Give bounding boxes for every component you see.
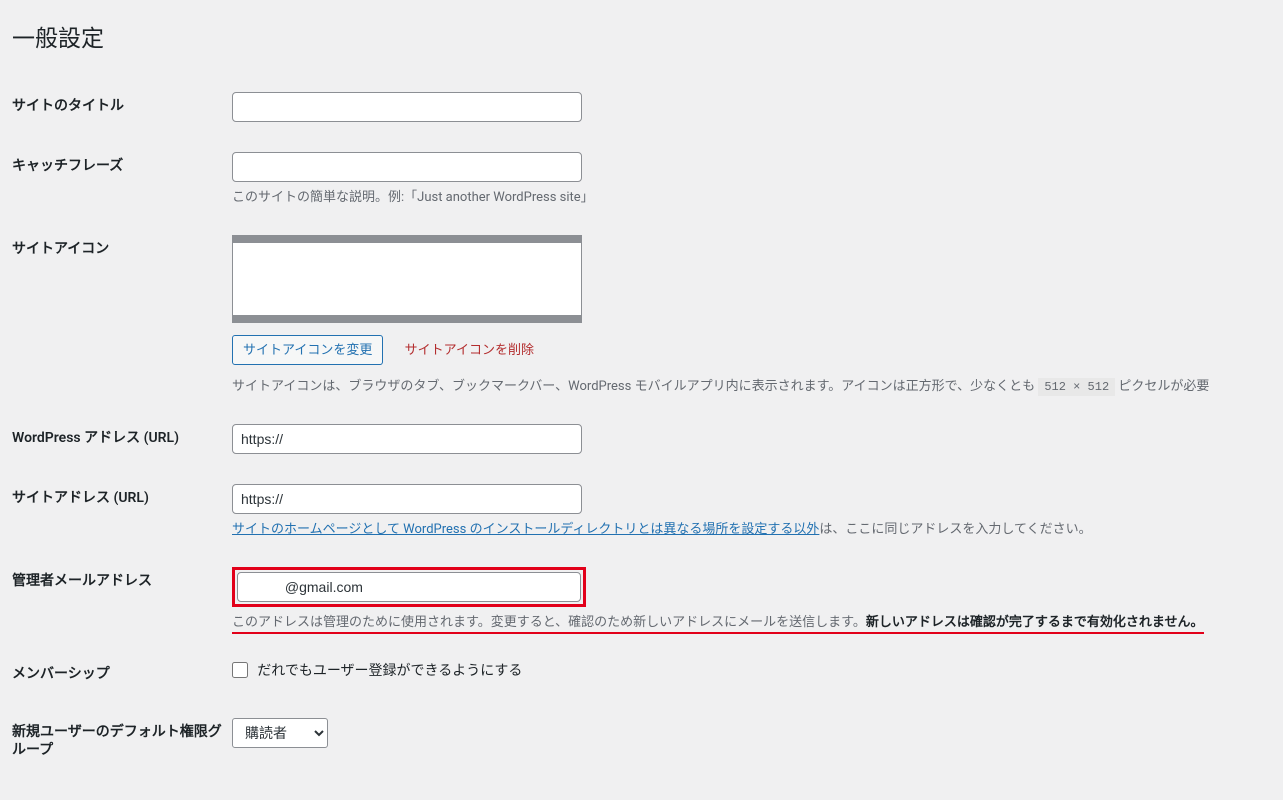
- tagline-label: キャッチフレーズ: [12, 137, 232, 220]
- tagline-description: このサイトの簡単な説明。例:「Just another WordPress si…: [232, 186, 1253, 205]
- site-icon-preview: [232, 235, 582, 323]
- icon-size-code: 512 × 512: [1038, 378, 1115, 396]
- membership-label: メンバーシップ: [12, 645, 232, 703]
- admin-email-note: このアドレスは管理のために使用されます。変更すると、確認のため新しいアドレスにメ…: [232, 611, 1253, 630]
- site-url-input[interactable]: [232, 484, 582, 514]
- site-title-label: サイトのタイトル: [12, 77, 232, 137]
- site-title-input[interactable]: [232, 92, 582, 122]
- remove-site-icon-button[interactable]: サイトアイコンを削除: [395, 335, 544, 365]
- wp-url-input[interactable]: [232, 424, 582, 454]
- admin-email-input[interactable]: [237, 572, 581, 602]
- site-icon-description: サイトアイコンは、ブラウザのタブ、ブックマークバー、WordPress モバイル…: [232, 375, 1253, 394]
- page-title: 一般設定: [12, 10, 1263, 57]
- wp-url-label: WordPress アドレス (URL): [12, 409, 232, 469]
- site-icon-label: サイトアイコン: [12, 220, 232, 409]
- site-url-help-link[interactable]: サイトのホームページとして WordPress のインストールディレクトリとは異…: [232, 522, 819, 537]
- settings-form-table: サイトのタイトル キャッチフレーズ このサイトの簡単な説明。例:「Just an…: [12, 77, 1263, 780]
- site-url-label: サイトアドレス (URL): [12, 469, 232, 552]
- default-role-label: 新規ユーザーのデフォルト権限グループ: [12, 703, 232, 779]
- membership-checkbox-label[interactable]: だれでもユーザー登録ができるようにする: [257, 663, 522, 679]
- site-url-description: サイトのホームページとして WordPress のインストールディレクトリとは異…: [232, 518, 1253, 537]
- admin-email-highlight: [232, 567, 586, 607]
- tagline-input[interactable]: [232, 152, 582, 182]
- default-role-select[interactable]: 購読者: [232, 718, 328, 748]
- membership-checkbox[interactable]: [232, 662, 248, 678]
- admin-email-label: 管理者メールアドレス: [12, 552, 232, 645]
- change-site-icon-button[interactable]: サイトアイコンを変更: [232, 335, 383, 365]
